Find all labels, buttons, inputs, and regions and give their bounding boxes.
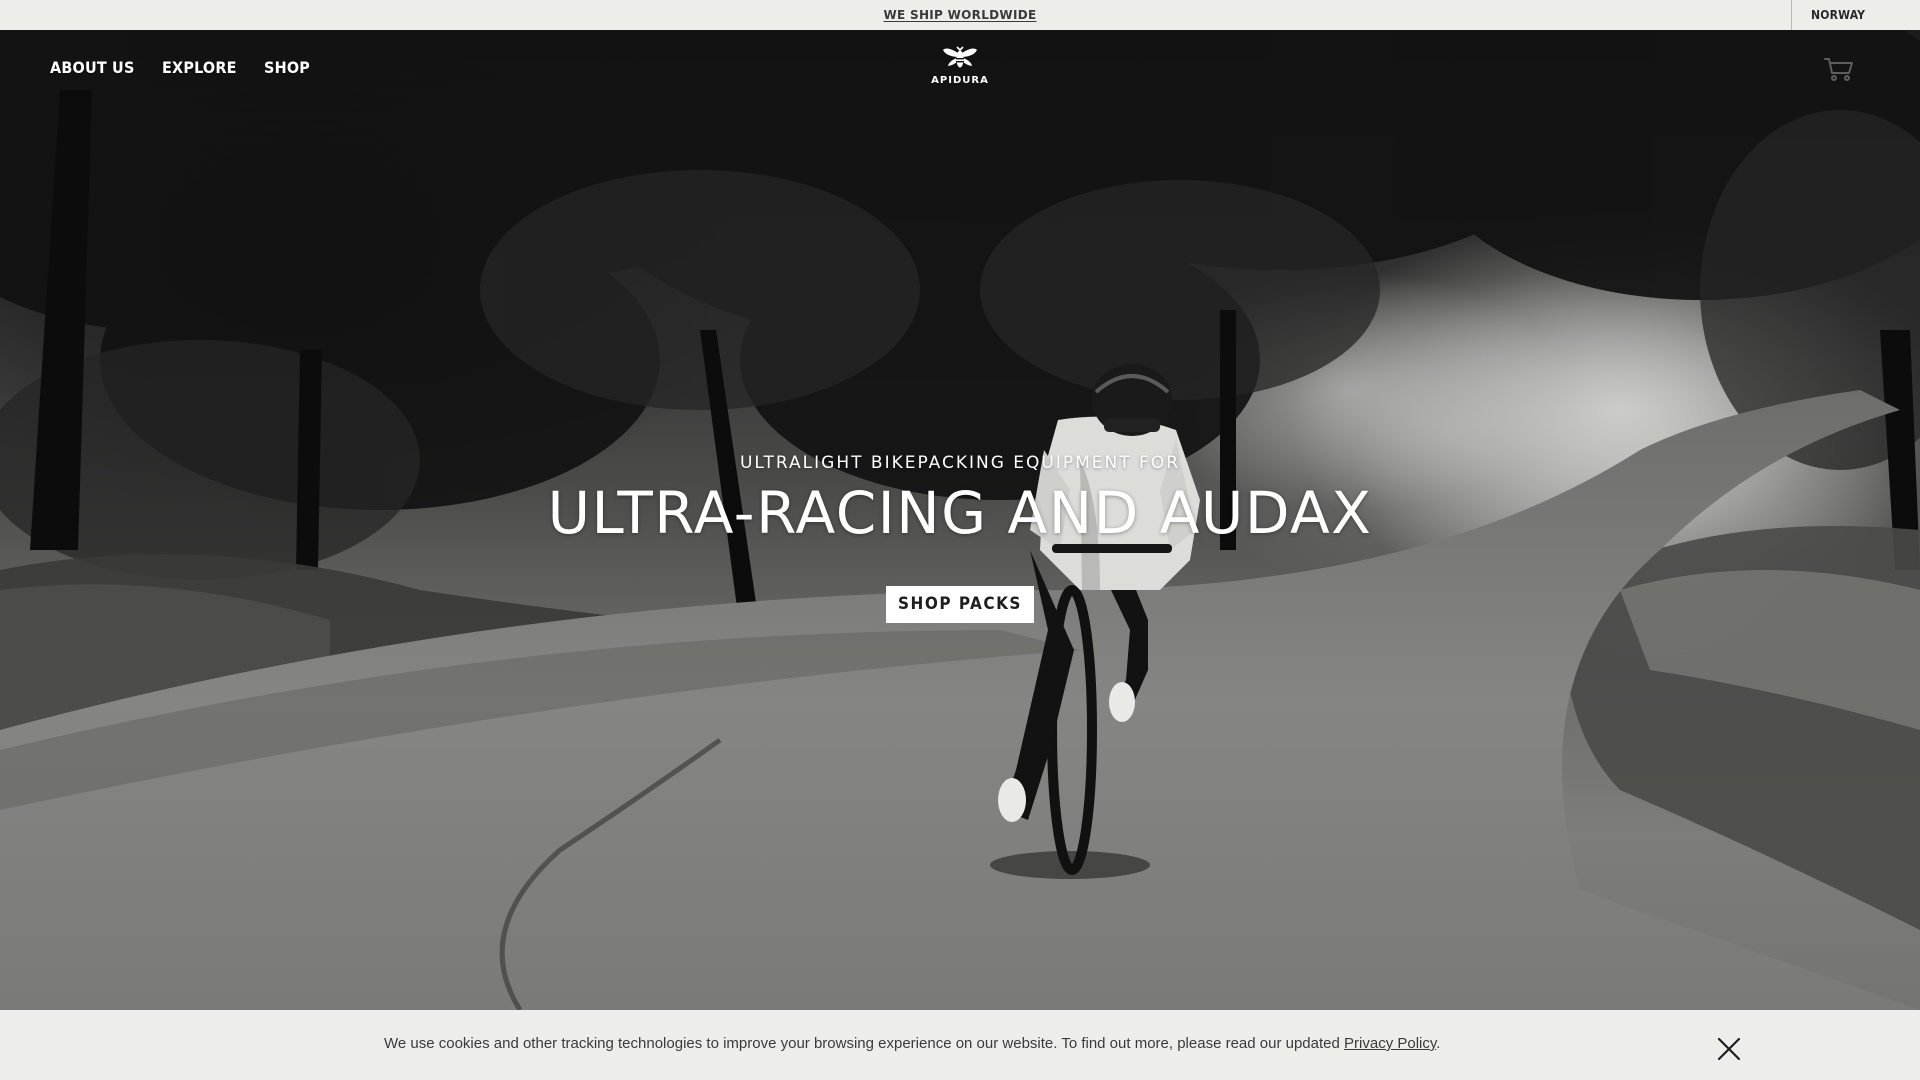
brand-logo[interactable]: APIDURA — [920, 44, 1000, 94]
cookie-message-text: We use cookies and other tracking techno… — [384, 1035, 1345, 1052]
brand-wordmark: APIDURA — [931, 75, 989, 86]
close-icon[interactable] — [1716, 1036, 1742, 1062]
hero-copy: ULTRALIGHT BIKEPACKING EQUIPMENT FOR ULT… — [0, 453, 1920, 588]
cookie-banner: We use cookies and other tracking techno… — [0, 1010, 1920, 1080]
hero-title: ULTRA-RACING AND AUDAX — [547, 479, 1373, 547]
shipping-announcement-link[interactable]: WE SHIP WORLDWIDE — [0, 0, 1920, 30]
cart-icon[interactable] — [1822, 51, 1856, 85]
cookie-message: We use cookies and other tracking techno… — [384, 1035, 1440, 1052]
nav-about-us[interactable]: ABOUT US — [50, 58, 135, 77]
bee-logo-icon — [943, 46, 977, 68]
shop-packs-button[interactable]: SHOP PACKS — [886, 586, 1034, 623]
cookie-message-suffix: . — [1436, 1035, 1441, 1052]
nav-explore[interactable]: EXPLORE — [162, 58, 237, 77]
main-navigation: ABOUT US EXPLORE SHOP APIDURA — [0, 30, 1920, 106]
announcement-bar: WE SHIP WORLDWIDE NORWAY — [0, 0, 1920, 30]
privacy-policy-link[interactable]: Privacy Policy — [1344, 1035, 1436, 1052]
region-selector[interactable]: NORWAY — [1791, 0, 1920, 30]
hero-eyebrow: ULTRALIGHT BIKEPACKING EQUIPMENT FOR — [739, 453, 1181, 473]
nav-shop[interactable]: SHOP — [264, 58, 310, 77]
